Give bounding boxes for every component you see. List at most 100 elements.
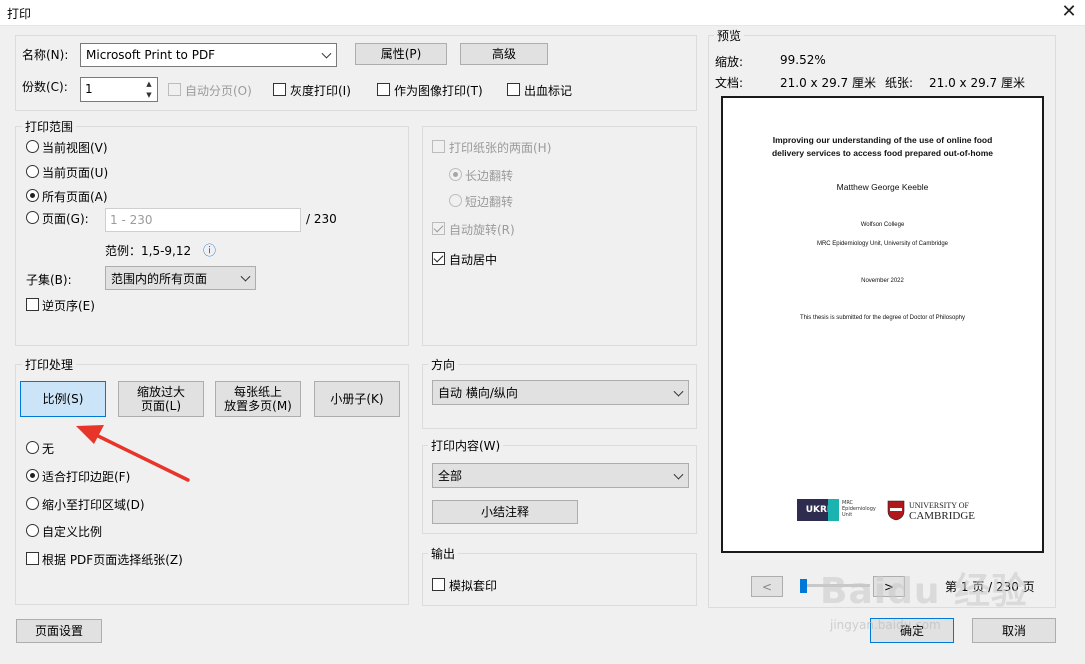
prev-page-button[interactable]: < [751,576,783,597]
orientation-select-value: 自动 横向/纵向 [438,386,518,400]
choose-paper-label: 根据 PDF页面选择纸张(Z) [42,553,183,567]
baidu-watermark-url: jingyan.baidu.com [830,618,941,632]
bleed-marks-checkbox[interactable] [507,83,520,96]
preview-page: Improving our understanding of the use o… [721,96,1044,553]
page-setup-button[interactable]: 页面设置 [16,619,102,643]
multiple-pages-button[interactable]: 每张纸上 放置多页(M) [215,381,301,417]
zoom-label: 缩放: [715,55,744,69]
mrc-logo-line3: Unit [842,512,853,518]
info-icon[interactable]: ⓘ [203,240,216,259]
choose-paper-checkbox[interactable] [26,552,39,565]
current-page-label: 当前页面(U) [42,166,109,180]
print-content-select-value: 全部 [438,469,463,483]
output-title: 输出 [428,545,459,562]
print-content-select[interactable]: 全部 [432,463,689,488]
all-pages-label: 所有页面(A) [42,190,108,204]
subset-label: 子集(B): [26,273,72,287]
doc-degree: This thesis is submitted for the degree … [799,315,966,321]
pages-label: 页面(G): [42,212,89,226]
multiple-pages-line2: 放置多页(M) [224,399,292,413]
paper-size-value: 21.0 x 29.7 厘米 [929,76,1025,90]
collate-label: 自动分页(O) [185,84,252,98]
orientation-title: 方向 [428,356,459,373]
custom-scale-label: 自定义比例 [42,525,103,539]
print-as-image-checkbox[interactable] [377,83,390,96]
document-size-label: 文档: [715,76,744,90]
orientation-select[interactable]: 自动 横向/纵向 [432,380,689,405]
red-arrow-annotation [76,425,190,482]
multiple-pages-line1: 每张纸上 [233,385,282,399]
copies-stepper[interactable]: 1 ▲ ▼ [80,77,158,102]
fit-oversized-button[interactable]: 缩放过大 页面(L) [118,381,204,417]
close-icon[interactable]: ✕ [1058,1,1080,23]
shrink-radio[interactable] [26,497,39,510]
chevron-up-icon[interactable]: ▲ [142,79,156,90]
zoom-value: 99.52% [780,53,826,67]
grayscale-checkbox[interactable] [273,83,286,96]
properties-button[interactable]: 属性(P) [355,43,447,65]
print-handling-title: 打印处理 [22,356,77,373]
fit-margins-radio[interactable] [26,469,39,482]
title-bar: 打印 ✕ [0,0,1085,26]
bleed-marks-label: 出血标记 [524,84,573,98]
pages-input[interactable]: 1 - 230 [105,208,301,232]
simulate-overprint-checkbox[interactable] [432,578,445,591]
cambridge-logo-line1: UNIVERSITY OF [909,501,969,510]
print-content-title: 打印内容(W) [428,437,504,454]
chevron-down-icon [240,271,251,282]
fit-oversized-line2: 页面(L) [140,399,182,413]
copies-value: 1 [85,82,93,96]
copies-label: 份数(C): [22,80,68,94]
doc-title: Improving our understanding of the use o… [723,134,1042,160]
summarize-comments-button[interactable]: 小结注释 [432,500,578,524]
short-edge-radio[interactable] [449,194,462,207]
collate-checkbox[interactable] [168,83,181,96]
cancel-button[interactable]: 取消 [972,618,1056,643]
shrink-label: 缩小至打印区域(D) [42,498,145,512]
current-view-label: 当前视图(V) [42,141,108,155]
printer-name-label: 名称(N): [22,48,69,62]
booklet-button[interactable]: 小册子(K) [314,381,400,417]
advanced-button[interactable]: 高级 [460,43,548,65]
chevron-down-icon [673,469,684,480]
mrc-logo-text: MRC Epidemiology Unit [842,500,876,518]
auto-rotate-checkbox[interactable] [432,222,445,235]
reverse-order-label: 逆页序(E) [42,299,95,313]
both-sides-checkbox[interactable] [432,140,445,153]
current-page-radio[interactable] [26,165,39,178]
pages-radio[interactable] [26,211,39,224]
page-slider-thumb[interactable] [800,579,807,593]
doc-date: November 2022 [861,278,904,284]
subset-select-value: 范围内的所有页面 [111,271,208,286]
chevron-down-icon [673,386,684,397]
scale-button[interactable]: 比例(S) [20,381,106,417]
short-edge-label: 短边翻转 [465,195,514,209]
auto-center-label: 自动居中 [449,253,498,267]
long-edge-radio[interactable] [449,168,462,181]
paper-size-label: 纸张: [885,76,914,90]
print-as-image-label: 作为图像打印(T) [394,84,483,98]
grayscale-label: 灰度打印(I) [290,84,351,98]
all-pages-radio[interactable] [26,189,39,202]
fit-oversized-line1: 缩放过大 [136,385,185,399]
pages-total: / 230 [306,212,337,226]
doc-title-line1: Improving our understanding of the use o… [772,135,993,145]
scale-none-label: 无 [42,442,55,456]
scale-none-radio[interactable] [26,441,39,454]
chevron-down-icon[interactable]: ▼ [142,90,156,101]
printer-select-value: Microsoft Print to PDF [86,48,216,62]
printer-select[interactable]: Microsoft Print to PDF [80,43,337,67]
both-sides-label: 打印纸张的两面(H) [449,141,552,155]
baidu-watermark: Baidu 经验 [820,571,1029,612]
auto-center-checkbox[interactable] [432,252,445,265]
auto-rotate-label: 自动旋转(R) [449,223,515,237]
doc-title-line2: delivery services to access food prepare… [771,148,994,158]
long-edge-label: 长边翻转 [465,169,514,183]
subset-select[interactable]: 范围内的所有页面 [105,266,256,290]
reverse-order-checkbox[interactable] [26,298,39,311]
custom-scale-radio[interactable] [26,524,39,537]
document-size-value: 21.0 x 29.7 厘米 [780,76,876,90]
chevron-down-icon [321,48,332,59]
current-view-radio[interactable] [26,140,39,153]
print-range-title: 打印范围 [22,118,77,135]
